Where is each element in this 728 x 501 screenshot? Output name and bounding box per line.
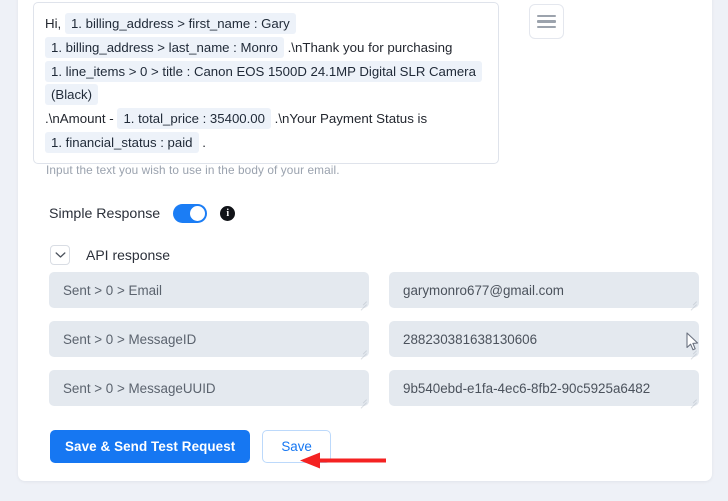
api-response-field-key[interactable]: Sent > 0 > MessageID — [49, 321, 369, 360]
editor-helper-text: Input the text you wish to use in the bo… — [46, 163, 340, 177]
api-response-field-key[interactable]: Sent > 0 > Email — [49, 272, 369, 311]
api-response-field-key[interactable]: Sent > 0 > MessageUUID — [49, 370, 369, 409]
resize-handle[interactable] — [358, 395, 367, 409]
editor-text: . — [198, 135, 206, 150]
hamburger-bar-3 — [537, 25, 556, 29]
editor-line: .\nAmount - 1. total_price : 35400.00 .\… — [45, 107, 488, 130]
toggle-knob — [190, 206, 206, 221]
resize-handle[interactable] — [358, 346, 367, 360]
simple-response-toggle[interactable] — [173, 204, 208, 223]
editor-text: .\nThank you for purchasing — [283, 40, 453, 55]
email-body-editor-row: Hi, 1. billing_address > first_name : Ga… — [33, 2, 564, 164]
resize-handle[interactable] — [688, 346, 697, 360]
merge-tag-chip[interactable]: 1. total_price : 35400.00 — [117, 108, 271, 129]
settings-card: Hi, 1. billing_address > first_name : Ga… — [18, 0, 712, 481]
hamburger-menu-icon[interactable] — [529, 4, 564, 39]
api-response-fields: Sent > 0 > Email garymonro677@gmail.com Se… — [49, 272, 699, 419]
merge-tag-chip[interactable]: 1. billing_address > last_name : Monro — [45, 37, 284, 58]
api-response-field-value[interactable]: 9b540ebd-e1fa-4ec6-8fb2-90c5925a6482 — [389, 370, 699, 409]
api-response-field-row: Sent > 0 > Email garymonro677@gmail.com — [49, 272, 699, 311]
editor-line: Hi, 1. billing_address > first_name : Ga… — [45, 12, 488, 35]
api-response-field-value[interactable]: 288230381638130606 — [389, 321, 699, 360]
form-actions: Save & Send Test Request Save — [50, 430, 331, 463]
resize-handle[interactable] — [688, 395, 697, 409]
editor-text: .\nYour Payment Status is — [270, 111, 428, 126]
chevron-down-icon[interactable] — [50, 245, 70, 265]
editor-text: Hi, — [45, 16, 65, 31]
save-and-send-test-request-button[interactable]: Save & Send Test Request — [50, 430, 251, 463]
editor-line: 1. billing_address > last_name : Monro .… — [45, 36, 488, 59]
editor-line: 1. financial_status : paid . — [45, 131, 488, 154]
api-response-field-value[interactable]: garymonro677@gmail.com — [389, 272, 699, 311]
info-icon[interactable]: i — [220, 206, 236, 221]
email-body-editor[interactable]: Hi, 1. billing_address > first_name : Ga… — [33, 2, 499, 164]
save-button[interactable]: Save — [262, 430, 331, 463]
merge-tag-chip[interactable]: 1. line_items > 0 > title : Canon EOS 15… — [45, 61, 482, 105]
editor-text: .\nAmount - — [45, 111, 118, 126]
editor-line: 1. line_items > 0 > title : Canon EOS 15… — [45, 60, 488, 106]
simple-response-row: Simple Response i — [49, 204, 236, 223]
api-response-field-row: Sent > 0 > MessageUUID 9b540ebd-e1fa-4ec6… — [49, 370, 699, 409]
merge-tag-chip[interactable]: 1. financial_status : paid — [45, 132, 199, 153]
api-response-header: API response — [50, 245, 170, 265]
resize-handle[interactable] — [688, 297, 697, 311]
resize-handle[interactable] — [358, 297, 367, 311]
hamburger-bar-2 — [537, 20, 556, 23]
api-response-field-row: Sent > 0 > MessageID 288230381638130606 — [49, 321, 699, 360]
api-response-label: API response — [86, 247, 171, 263]
merge-tag-chip[interactable]: 1. billing_address > first_name : Gary — [64, 13, 296, 34]
simple-response-label: Simple Response — [49, 205, 161, 222]
page-root: Hi, 1. billing_address > first_name : Ga… — [0, 0, 728, 501]
hamburger-bar-1 — [537, 14, 556, 18]
